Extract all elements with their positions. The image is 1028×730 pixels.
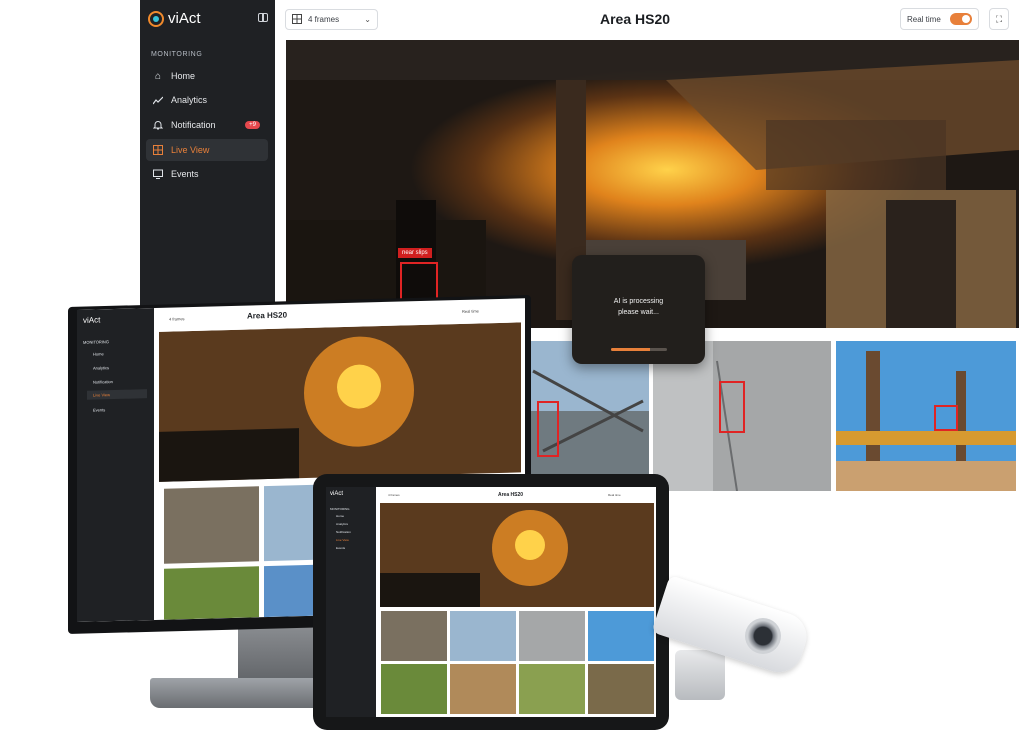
tablet-nav-events: Events bbox=[336, 546, 346, 550]
detection-box bbox=[719, 381, 745, 433]
tablet-nav-notification: Notification bbox=[336, 530, 351, 534]
fullscreen-icon[interactable]: ⛶ bbox=[989, 8, 1009, 30]
processing-progress-bar bbox=[611, 348, 667, 351]
realtime-toggle[interactable] bbox=[950, 13, 972, 25]
monitor-nav-analytics: Analytics bbox=[93, 365, 110, 371]
tablet-nav-analytics: Analytics bbox=[336, 522, 349, 526]
processing-line-1: AI is processing bbox=[613, 298, 664, 305]
grid-icon bbox=[292, 13, 302, 26]
sidebar-item-events[interactable]: Events bbox=[146, 163, 268, 185]
sidebar-item-home[interactable]: ⌂ Home bbox=[146, 65, 268, 87]
sidebar-item-label: Notification bbox=[171, 120, 216, 130]
realtime-control: Real time bbox=[900, 8, 979, 30]
sidebar-item-analytics[interactable]: Analytics bbox=[146, 89, 268, 111]
realtime-label: Real time bbox=[907, 14, 941, 24]
monitor-nav-events: Events bbox=[93, 407, 106, 413]
tablet-feed-grid bbox=[380, 503, 654, 714]
chevron-down-icon: ⌄ bbox=[364, 15, 371, 24]
detection-box bbox=[537, 401, 559, 457]
tablet-nav-home: Home bbox=[336, 514, 345, 518]
brand-name: viAct bbox=[168, 10, 201, 27]
brand-logo[interactable]: viAct bbox=[148, 10, 201, 27]
monitor-nav-notification: Notification bbox=[93, 379, 113, 385]
sidebar-item-notification[interactable]: Notification +9 bbox=[146, 114, 268, 136]
analytics-icon bbox=[153, 95, 163, 105]
camera-lens bbox=[745, 618, 781, 654]
tablet-sidebar: viAct MONITORING Home Analytics Notifica… bbox=[326, 487, 376, 717]
monitor-nav-home: Home bbox=[93, 351, 104, 357]
ai-processing-popup: AI is processing please wait... bbox=[572, 255, 705, 364]
frames-select-value: 4 frames bbox=[308, 15, 340, 24]
notification-badge: +9 bbox=[245, 121, 260, 129]
sidebar-item-label: Live View bbox=[171, 145, 210, 155]
events-icon bbox=[153, 169, 163, 179]
sidebar: viAct MONITORING ⌂ Home Analytics Notifi… bbox=[140, 0, 275, 310]
sidebar-collapse-icon[interactable] bbox=[258, 13, 268, 22]
monitor-realtime: Real time bbox=[462, 308, 479, 314]
monitor-section-label: MONITORING bbox=[83, 339, 109, 345]
camera-thumbnail-3[interactable] bbox=[836, 341, 1016, 491]
tablet-nav-live-view: Live View bbox=[336, 538, 349, 542]
sidebar-item-label: Analytics bbox=[171, 95, 208, 105]
sidebar-item-label: Home bbox=[171, 71, 196, 81]
monitor-nav-live-view: Live View bbox=[87, 389, 147, 400]
rebar-scene bbox=[836, 341, 1016, 491]
monitor-brand: viAct bbox=[83, 315, 101, 325]
frames-select[interactable]: 4 frames ⌄ bbox=[285, 9, 378, 30]
bell-icon bbox=[153, 120, 163, 130]
monitor-sidebar: viAct MONITORING Home Analytics Notifica… bbox=[77, 307, 154, 622]
tablet-brand: viAct bbox=[330, 491, 344, 497]
viact-logo-icon bbox=[148, 10, 164, 27]
section-label: MONITORING bbox=[151, 51, 203, 58]
tablet-screen: viAct MONITORING Home Analytics Notifica… bbox=[326, 487, 656, 717]
detection-box bbox=[934, 405, 958, 431]
tablet-title: Area HS20 bbox=[498, 492, 524, 498]
processing-line-2: please wait... bbox=[618, 309, 659, 316]
monitor-title: Area HS20 bbox=[247, 310, 288, 321]
processing-progress-fill bbox=[611, 348, 651, 351]
tablet-frames: 4 frames bbox=[388, 493, 400, 497]
camera-mount bbox=[675, 650, 725, 700]
sidebar-item-live-view[interactable]: Live View bbox=[146, 139, 268, 161]
detection-label: near slips bbox=[398, 248, 432, 258]
grid-icon bbox=[153, 145, 163, 155]
page-title: Area HS20 bbox=[600, 11, 671, 27]
monitor-frames: 4 frames bbox=[169, 316, 185, 322]
tablet-realtime: Real time bbox=[608, 493, 621, 497]
home-icon: ⌂ bbox=[154, 70, 162, 82]
sidebar-item-label: Events bbox=[171, 169, 199, 179]
tablet-section-label: MONITORING bbox=[330, 507, 350, 511]
